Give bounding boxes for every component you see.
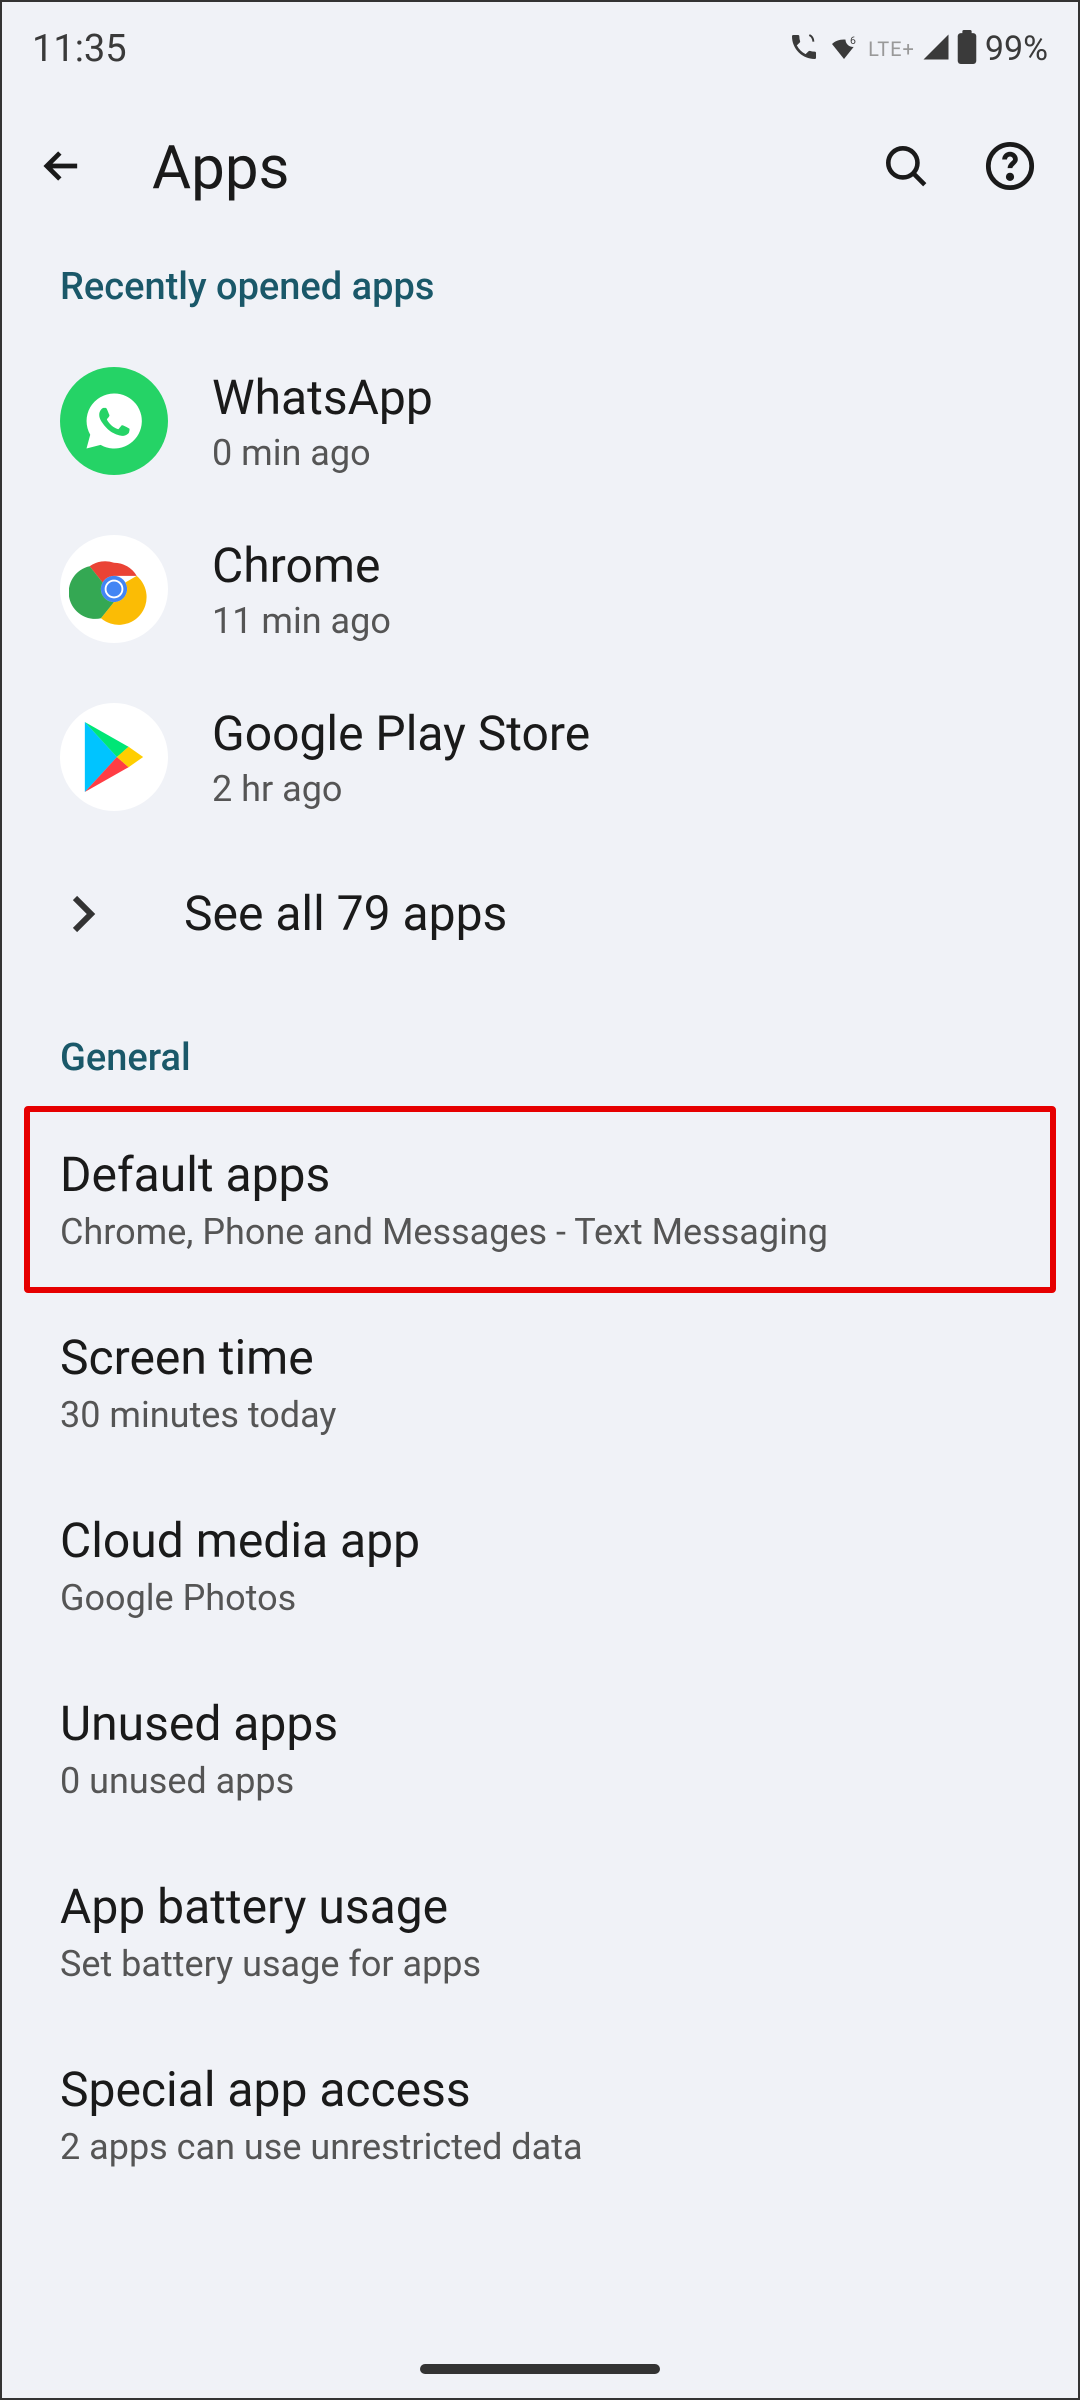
setting-subtitle: 0 unused apps <box>60 1760 1020 1802</box>
arrow-back-icon <box>36 140 88 196</box>
header-actions <box>878 140 1038 196</box>
setting-screen-time[interactable]: Screen time 30 minutes today <box>2 1291 1078 1474</box>
play-store-icon <box>60 703 168 811</box>
app-name: Google Play Store <box>212 705 590 762</box>
app-time: 2 hr ago <box>212 768 590 810</box>
signal-icon <box>921 32 951 66</box>
help-button[interactable] <box>982 140 1038 196</box>
setting-subtitle: Set battery usage for apps <box>60 1943 1020 1985</box>
setting-unused-apps[interactable]: Unused apps 0 unused apps <box>2 1657 1078 1840</box>
status-time: 11:35 <box>32 27 127 71</box>
chrome-icon <box>60 535 168 643</box>
app-info: Google Play Store 2 hr ago <box>212 705 590 810</box>
page-title: Apps <box>152 132 818 203</box>
setting-cloud-media[interactable]: Cloud media app Google Photos <box>2 1474 1078 1657</box>
setting-title: Unused apps <box>60 1695 1020 1752</box>
wifi-icon: 6 <box>826 32 862 66</box>
search-button[interactable] <box>878 140 934 196</box>
setting-special-access[interactable]: Special app access 2 apps can use unrest… <box>2 2023 1078 2206</box>
status-bar: 11:35 6 LTE+ 99% <box>2 2 1078 92</box>
app-item-playstore[interactable]: Google Play Store 2 hr ago <box>2 673 1078 841</box>
wifi-calling-icon <box>788 31 820 67</box>
setting-subtitle: Google Photos <box>60 1577 1020 1619</box>
app-name: WhatsApp <box>212 369 433 426</box>
search-icon <box>881 141 931 195</box>
setting-title: Cloud media app <box>60 1512 1020 1569</box>
network-type: LTE+ <box>868 37 915 61</box>
app-info: Chrome 11 min ago <box>212 537 391 642</box>
help-icon <box>984 140 1036 196</box>
section-general-header: General <box>2 990 1078 1108</box>
app-time: 0 min ago <box>212 432 433 474</box>
setting-battery-usage[interactable]: App battery usage Set battery usage for … <box>2 1840 1078 2023</box>
back-button[interactable] <box>32 138 92 198</box>
setting-title: Special app access <box>60 2061 1020 2118</box>
setting-subtitle: Chrome, Phone and Messages - Text Messag… <box>60 1211 1020 1253</box>
setting-title: App battery usage <box>60 1878 1020 1935</box>
app-item-chrome[interactable]: Chrome 11 min ago <box>2 505 1078 673</box>
status-right: 6 LTE+ 99% <box>788 29 1048 69</box>
see-all-label: See all 79 apps <box>184 885 507 942</box>
setting-subtitle: 30 minutes today <box>60 1394 1020 1436</box>
see-all-apps[interactable]: See all 79 apps <box>2 841 1078 990</box>
section-recent-header: Recently opened apps <box>2 253 1078 337</box>
whatsapp-icon <box>60 367 168 475</box>
battery-percentage: 99% <box>985 29 1048 69</box>
navigation-handle[interactable] <box>420 2364 660 2374</box>
header: Apps <box>2 92 1078 253</box>
setting-default-apps[interactable]: Default apps Chrome, Phone and Messages … <box>2 1108 1078 1291</box>
app-item-whatsapp[interactable]: WhatsApp 0 min ago <box>2 337 1078 505</box>
chevron-right-icon <box>60 894 106 934</box>
content: Recently opened apps WhatsApp 0 min ago … <box>2 253 1078 2206</box>
app-time: 11 min ago <box>212 600 391 642</box>
app-info: WhatsApp 0 min ago <box>212 369 433 474</box>
svg-text:6: 6 <box>850 34 856 47</box>
app-name: Chrome <box>212 537 391 594</box>
battery-icon <box>957 30 977 68</box>
setting-title: Screen time <box>60 1329 1020 1386</box>
setting-title: Default apps <box>60 1146 1020 1203</box>
setting-subtitle: 2 apps can use unrestricted data <box>60 2126 1020 2168</box>
